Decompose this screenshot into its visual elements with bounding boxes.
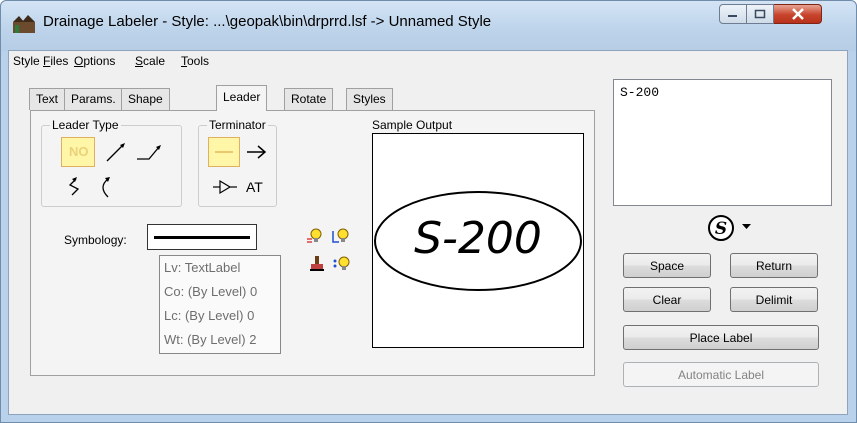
symbology-button[interactable] <box>147 224 257 250</box>
tooltip-line-code: Lc: (By Level) 0 <box>164 308 255 323</box>
maximize-icon <box>754 9 766 19</box>
tab-leader[interactable]: Leader <box>216 85 268 111</box>
app-icon <box>13 15 35 33</box>
menu-label: ptions <box>83 54 116 68</box>
minimize-icon <box>728 15 737 17</box>
leader-type-label: Leader Type <box>50 118 121 132</box>
tab-rotate[interactable]: Rotate <box>284 88 334 110</box>
window-title: Drainage Labeler - Style: ...\geopak\bin… <box>43 13 492 30</box>
symbology-line-preview <box>154 236 250 239</box>
menu-tools[interactable]: Tools <box>181 54 209 68</box>
clear-button[interactable]: Clear <box>623 287 711 312</box>
zigzag-leader-icon[interactable] <box>60 171 90 201</box>
menu-accel: S <box>135 54 144 68</box>
leader-none-option[interactable]: NO <box>61 137 95 167</box>
tooltip-weight: Wt: (By Level) 2 <box>164 332 257 347</box>
close-icon <box>791 8 804 20</box>
place-label-button[interactable]: Place Label <box>623 325 819 350</box>
sample-output-label: Sample Output <box>372 118 453 132</box>
s-symbol-button[interactable]: S <box>705 213 737 243</box>
arrow-terminator-icon[interactable] <box>243 137 273 167</box>
close-button[interactable] <box>774 4 822 24</box>
menu-scale[interactable]: Scale <box>135 54 165 68</box>
paint-brush-icon[interactable] <box>308 255 326 273</box>
menu-bar: Style Files Options Scale Tools <box>9 51 847 71</box>
menu-accel: O <box>74 54 84 68</box>
level-bulb-icon[interactable] <box>306 227 324 245</box>
caption-buttons <box>719 4 822 26</box>
tooltip-color: Co: (By Level) 0 <box>164 284 258 299</box>
tooltip-level: Lv: TextLabel <box>164 260 241 275</box>
weight-bulb-icon[interactable] <box>331 255 351 273</box>
symbology-tooltip: Lv: TextLabel Co: (By Level) 0 Lc: (By L… <box>159 255 281 354</box>
menu-label: Style <box>13 54 44 68</box>
curved-leader-icon[interactable] <box>92 171 122 201</box>
label-text-area[interactable]: S-200 <box>613 79 832 206</box>
straight-leader-icon[interactable] <box>99 137 133 167</box>
at-terminator-option[interactable]: AT <box>246 179 263 195</box>
tab-text[interactable]: Text <box>29 88 66 110</box>
menu-options[interactable]: Options <box>74 54 115 68</box>
tab-styles[interactable]: Styles <box>346 88 393 110</box>
chevron-down-icon[interactable] <box>741 222 753 232</box>
automatic-label-button[interactable]: Automatic Label <box>623 362 819 387</box>
delimit-button[interactable]: Delimit <box>730 287 818 312</box>
svg-text:S: S <box>715 219 727 239</box>
return-button[interactable]: Return <box>730 253 818 278</box>
sample-output-preview: S-200 <box>372 133 584 348</box>
terminator-label: Terminator <box>207 118 268 132</box>
space-button[interactable]: Space <box>623 253 711 278</box>
title-bar: Drainage Labeler - Style: ...\geopak\bin… <box>1 1 856 51</box>
symbology-label: Symbology: <box>64 233 127 247</box>
menu-style-files[interactable]: Style Files <box>13 54 68 68</box>
sample-output-text: S-200 <box>414 213 542 264</box>
minimize-button[interactable] <box>719 4 747 24</box>
style-bulb-icon[interactable] <box>331 227 351 245</box>
bent-leader-icon[interactable] <box>133 137 167 167</box>
tab-params[interactable]: Params. <box>64 88 123 110</box>
maximize-button[interactable] <box>747 4 774 24</box>
menu-label: iles <box>50 54 69 68</box>
menu-label: ools <box>187 54 210 68</box>
line-terminator-icon <box>215 151 233 153</box>
no-leader-label: NO <box>69 144 89 159</box>
open-arrow-terminator-icon[interactable] <box>210 174 240 200</box>
tab-shape[interactable]: Shape <box>121 88 170 110</box>
menu-label: cale <box>143 54 166 68</box>
terminator-none-option[interactable] <box>208 137 240 167</box>
